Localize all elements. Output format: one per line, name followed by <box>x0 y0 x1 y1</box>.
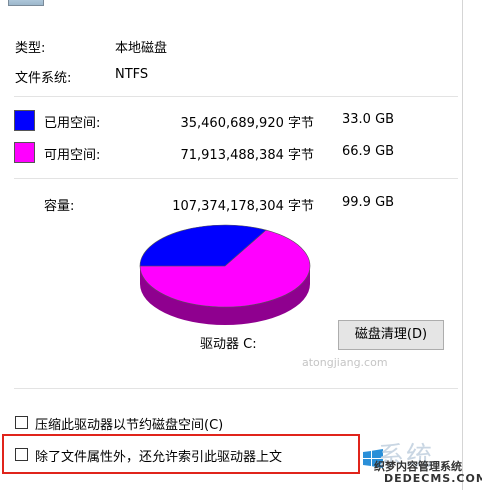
dialog-right-border <box>462 0 463 490</box>
index-drive-label: 除了文件属性外，还允许索引此驱动器上文 <box>35 450 283 465</box>
separator <box>14 388 458 389</box>
free-space-bytes: 71,913,488,384 字节 <box>180 148 314 163</box>
capacity-label: 容量: <box>44 199 75 214</box>
disk-usage-pie-chart <box>139 224 311 325</box>
index-drive-checkbox[interactable] <box>15 448 28 461</box>
capacity-size: 99.9 GB <box>342 195 395 210</box>
watermark: 系统 织梦内容管理系统 DEDECMS.COM <box>360 436 482 490</box>
watermark-cn-text: 织梦内容管理系统 <box>374 460 462 473</box>
used-space-size: 33.0 GB <box>342 112 395 127</box>
separator <box>14 96 458 97</box>
filesystem-label: 文件系统: <box>15 71 72 86</box>
used-space-label: 已用空间: <box>44 116 101 131</box>
filesystem-value: NTFS <box>115 67 149 82</box>
compress-drive-checkbox[interactable] <box>15 416 28 429</box>
free-space-color-swatch <box>14 142 35 163</box>
separator <box>14 178 458 179</box>
watermark-faint-text: atongjiang.com <box>302 356 388 369</box>
windows-logo-icon <box>363 449 383 468</box>
type-label: 类型: <box>15 41 46 56</box>
disk-cleanup-button[interactable]: 磁盘清理(D) <box>338 320 444 350</box>
watermark-en-text: DEDECMS.COM <box>384 472 482 485</box>
type-value: 本地磁盘 <box>115 41 168 56</box>
used-space-color-swatch <box>14 110 35 131</box>
watermark-big-text: 系统 <box>378 442 435 472</box>
free-space-size: 66.9 GB <box>342 144 395 159</box>
drive-label: 驱动器 C: <box>200 337 257 352</box>
drive-icon <box>8 0 44 6</box>
used-space-bytes: 35,460,689,920 字节 <box>180 116 314 131</box>
capacity-bytes: 107,374,178,304 字节 <box>172 199 314 214</box>
free-space-label: 可用空间: <box>44 148 101 163</box>
compress-drive-label: 压缩此驱动器以节约磁盘空间(C) <box>35 418 224 433</box>
